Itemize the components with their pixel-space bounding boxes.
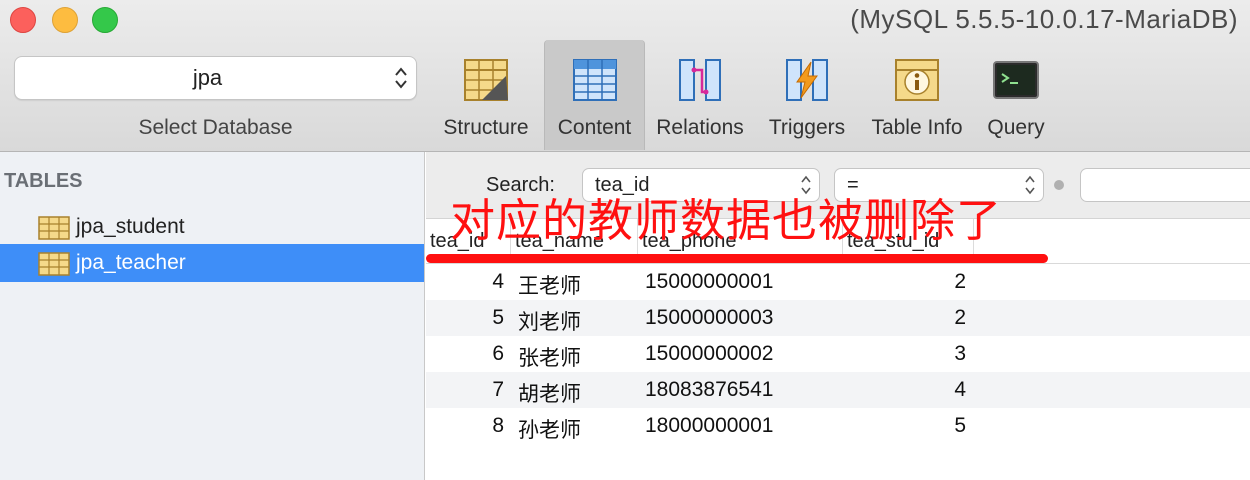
cell-tea-id[interactable]: 8 bbox=[426, 414, 504, 438]
cell-tea-name[interactable]: 王老师 bbox=[518, 270, 581, 300]
sidebar-item-label: jpa_teacher bbox=[76, 251, 186, 274]
window-toolbar: (MySQL 5.5.5-10.0.17-MariaDB) jpa Select… bbox=[0, 0, 1250, 152]
close-window-button[interactable] bbox=[10, 7, 36, 33]
toolbar-structure-button[interactable]: Structure bbox=[434, 40, 538, 150]
toolbar-table-info-label: Table Info bbox=[871, 116, 963, 139]
toolbar-structure-label: Structure bbox=[443, 116, 529, 139]
cell-tea-phone[interactable]: 18083876541 bbox=[645, 378, 773, 402]
cell-tea-stu-id[interactable]: 3 bbox=[843, 342, 966, 366]
table-row[interactable]: 4 王老师 15000000001 2 bbox=[426, 264, 1250, 300]
database-select-caption: Select Database bbox=[138, 116, 293, 139]
database-select[interactable]: jpa bbox=[14, 56, 417, 100]
sidebar-item-jpa-teacher[interactable]: jpa_teacher bbox=[0, 244, 424, 282]
toolbar-table-info-button[interactable]: Table Info bbox=[864, 40, 970, 150]
toolbar-triggers-button[interactable]: Triggers bbox=[760, 40, 854, 150]
cell-tea-phone[interactable]: 15000000002 bbox=[645, 342, 773, 366]
cell-tea-stu-id[interactable]: 2 bbox=[843, 306, 966, 330]
triggers-icon bbox=[783, 56, 831, 104]
chevron-updown-icon bbox=[394, 65, 408, 91]
cell-tea-stu-id[interactable]: 4 bbox=[843, 378, 966, 402]
relations-icon bbox=[676, 56, 724, 104]
table-icon bbox=[38, 216, 70, 240]
table-row[interactable]: 8 孙老师 18000000001 5 bbox=[426, 408, 1250, 444]
annotation-underline bbox=[426, 254, 1048, 263]
annotation-text: 对应的教师数据也被删除了 bbox=[450, 194, 1003, 247]
database-select-value: jpa bbox=[192, 65, 223, 90]
cell-tea-phone[interactable]: 15000000001 bbox=[645, 270, 773, 294]
table-icon bbox=[38, 252, 70, 276]
cell-tea-id[interactable]: 4 bbox=[426, 270, 504, 294]
cell-tea-name[interactable]: 刘老师 bbox=[518, 306, 581, 336]
sidebar-item-label: jpa_student bbox=[76, 215, 185, 238]
content-icon bbox=[571, 56, 619, 104]
tables-sidebar: TABLES jpa_student jpa_teacher bbox=[0, 152, 425, 480]
minimize-window-button[interactable] bbox=[52, 7, 78, 33]
toolbar-relations-button[interactable]: Relations bbox=[650, 40, 750, 150]
filter-value-input[interactable] bbox=[1080, 168, 1250, 202]
cell-tea-name[interactable]: 胡老师 bbox=[518, 378, 581, 408]
toolbar-triggers-label: Triggers bbox=[768, 116, 846, 139]
cell-tea-phone[interactable]: 15000000003 bbox=[645, 306, 773, 330]
toolbar-content-label: Content bbox=[557, 116, 632, 139]
cell-tea-name[interactable]: 孙老师 bbox=[518, 414, 581, 444]
cell-tea-id[interactable]: 7 bbox=[426, 378, 504, 402]
toolbar-content-button[interactable]: Content bbox=[544, 40, 645, 150]
cell-tea-name[interactable]: 张老师 bbox=[518, 342, 581, 372]
cell-tea-id[interactable]: 5 bbox=[426, 306, 504, 330]
structure-icon bbox=[462, 56, 510, 104]
table-row[interactable]: 7 胡老师 18083876541 4 bbox=[426, 372, 1250, 408]
cell-tea-stu-id[interactable]: 5 bbox=[843, 414, 966, 438]
cell-tea-id[interactable]: 6 bbox=[426, 342, 504, 366]
table-row[interactable]: 5 刘老师 15000000003 2 bbox=[426, 300, 1250, 336]
filter-indicator-dot bbox=[1054, 180, 1064, 190]
table-row[interactable]: 6 张老师 15000000002 3 bbox=[426, 336, 1250, 372]
sidebar-item-jpa-student[interactable]: jpa_student bbox=[0, 208, 424, 246]
toolbar-query-label: Query bbox=[987, 116, 1045, 139]
cell-tea-phone[interactable]: 18000000001 bbox=[645, 414, 773, 438]
toolbar-query-button[interactable]: Query bbox=[978, 40, 1054, 150]
zoom-window-button[interactable] bbox=[92, 7, 118, 33]
window-title: (MySQL 5.5.5-10.0.17-MariaDB) bbox=[850, 4, 1238, 34]
table-info-icon bbox=[893, 56, 941, 104]
toolbar-relations-label: Relations bbox=[656, 116, 744, 139]
chevron-updown-icon bbox=[1024, 174, 1036, 196]
cell-tea-stu-id[interactable]: 2 bbox=[843, 270, 966, 294]
tables-heading: TABLES bbox=[4, 170, 83, 192]
query-icon bbox=[992, 56, 1040, 104]
